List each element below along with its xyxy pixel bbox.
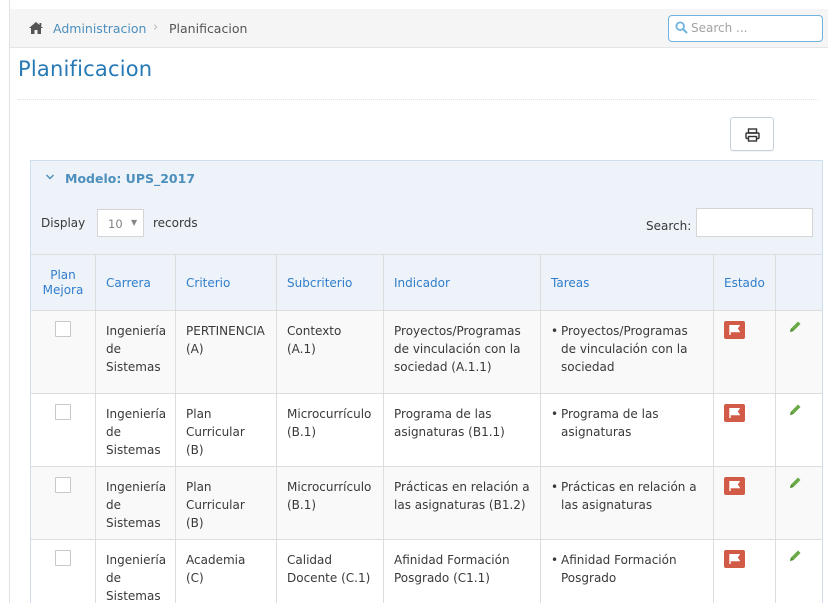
- table-row: Ingeniería de Sistemas PERTINENCIA (A) C…: [31, 311, 822, 394]
- table-header-row: Plan Mejora Carrera Criterio Subcriterio…: [31, 254, 822, 311]
- table-row: Ingeniería de Sistemas Academia (C) Cali…: [31, 540, 822, 603]
- pencil-icon[interactable]: [788, 476, 802, 490]
- col-header-estado[interactable]: Estado: [714, 255, 776, 311]
- criterio-cell: Plan Curricular (B): [176, 394, 277, 466]
- select-caret-icon: ▼: [131, 218, 138, 227]
- model-panel: Modelo: UPS_2017 Display 10 ▼ records Se…: [30, 160, 823, 603]
- tareas-cell: Programa de las asignaturas: [541, 394, 714, 466]
- col-header-tareas[interactable]: Tareas: [541, 255, 714, 311]
- plan-mejora-cell: [31, 394, 96, 466]
- plan-mejora-checkbox[interactable]: [55, 550, 71, 566]
- carrera-cell: Ingeniería de Sistemas: [96, 394, 176, 466]
- col-header-plan-mejora[interactable]: Plan Mejora: [31, 255, 96, 311]
- table-row: Ingeniería de Sistemas Plan Curricular (…: [31, 394, 822, 467]
- actions-cell: [776, 467, 822, 539]
- print-icon: [745, 128, 760, 142]
- page-length-value: 10: [108, 217, 123, 231]
- indicador-cell: Afinidad Formación Posgrado (C1.1): [384, 540, 541, 603]
- flag-icon[interactable]: [724, 550, 745, 568]
- table-search-label: Search:: [646, 219, 692, 233]
- carrera-cell: Ingeniería de Sistemas: [96, 311, 176, 393]
- estado-cell: [714, 467, 776, 539]
- criterio-cell: PERTINENCIA (A): [176, 311, 277, 393]
- col-header-criterio[interactable]: Criterio: [176, 255, 277, 311]
- page-title: Planificacion: [18, 57, 153, 81]
- task-item: Prácticas en relación a las asignaturas: [551, 478, 703, 514]
- home-icon[interactable]: [28, 21, 44, 35]
- subcriterio-cell: Contexto (A.1): [277, 311, 384, 393]
- task-item: Afinidad Formación Posgrado: [551, 551, 703, 587]
- flag-icon[interactable]: [724, 321, 745, 339]
- subcriterio-cell: Calidad Docente (C.1): [277, 540, 384, 603]
- table-search-input[interactable]: [696, 208, 813, 237]
- tareas-cell: Prácticas en relación a las asignaturas: [541, 467, 714, 539]
- tareas-cell: Proyectos/Programas de vinculación con l…: [541, 311, 714, 393]
- carrera-cell: Ingeniería de Sistemas: [96, 467, 176, 539]
- actions-cell: [776, 540, 822, 603]
- col-header-carrera[interactable]: Carrera: [96, 255, 176, 311]
- breadcrumb-bar: Administracion › Planificacion: [10, 9, 828, 48]
- pencil-icon[interactable]: [788, 320, 802, 334]
- flag-icon[interactable]: [724, 477, 745, 495]
- breadcrumb-separator: ›: [153, 20, 159, 35]
- col-header-indicador[interactable]: Indicador: [384, 255, 541, 311]
- subcriterio-cell: Microcurrículo (B.1): [277, 467, 384, 539]
- print-button[interactable]: [730, 117, 774, 151]
- nav-search-input[interactable]: [691, 18, 819, 38]
- tareas-cell: Afinidad Formación Posgrado: [541, 540, 714, 603]
- plan-mejora-checkbox[interactable]: [55, 321, 71, 337]
- criterio-cell: Plan Curricular (B): [176, 467, 277, 539]
- estado-cell: [714, 311, 776, 393]
- task-item: Programa de las asignaturas: [551, 405, 703, 441]
- breadcrumb-administracion-link[interactable]: Administracion: [53, 21, 146, 36]
- display-label: Display: [41, 216, 86, 230]
- pencil-icon[interactable]: [788, 549, 802, 563]
- model-title[interactable]: Modelo: UPS_2017: [65, 171, 195, 186]
- criterio-cell: Academia (C): [176, 540, 277, 603]
- plan-mejora-checkbox[interactable]: [55, 477, 71, 493]
- records-label: records: [153, 216, 198, 230]
- flag-icon[interactable]: [724, 404, 745, 422]
- estado-cell: [714, 394, 776, 466]
- search-icon: [675, 21, 688, 34]
- title-divider: [18, 99, 818, 100]
- plan-mejora-checkbox[interactable]: [55, 404, 71, 420]
- subcriterio-cell: Microcurrículo (B.1): [277, 394, 384, 466]
- breadcrumb-current: Planificacion: [169, 21, 248, 36]
- indicador-cell: Proyectos/Programas de vinculación con l…: [384, 311, 541, 393]
- carrera-cell: Ingeniería de Sistemas: [96, 540, 176, 603]
- actions-cell: [776, 311, 822, 393]
- sidebar-edge: [9, 0, 10, 603]
- page-length-select[interactable]: 10 ▼: [97, 209, 144, 237]
- plan-mejora-cell: [31, 540, 96, 603]
- task-item: Proyectos/Programas de vinculación con l…: [551, 322, 703, 376]
- actions-cell: [776, 394, 822, 466]
- nav-search: [668, 15, 823, 42]
- plan-mejora-cell: [31, 311, 96, 393]
- col-header-subcriterio[interactable]: Subcriterio: [277, 255, 384, 311]
- plan-mejora-cell: [31, 467, 96, 539]
- table-row: Ingeniería de Sistemas Plan Curricular (…: [31, 467, 822, 540]
- chevron-down-icon[interactable]: [45, 172, 55, 182]
- pencil-icon[interactable]: [788, 403, 802, 417]
- indicador-cell: Prácticas en relación a las asignaturas …: [384, 467, 541, 539]
- col-header-actions: [776, 255, 822, 311]
- indicador-cell: Programa de las asignaturas (B1.1): [384, 394, 541, 466]
- estado-cell: [714, 540, 776, 603]
